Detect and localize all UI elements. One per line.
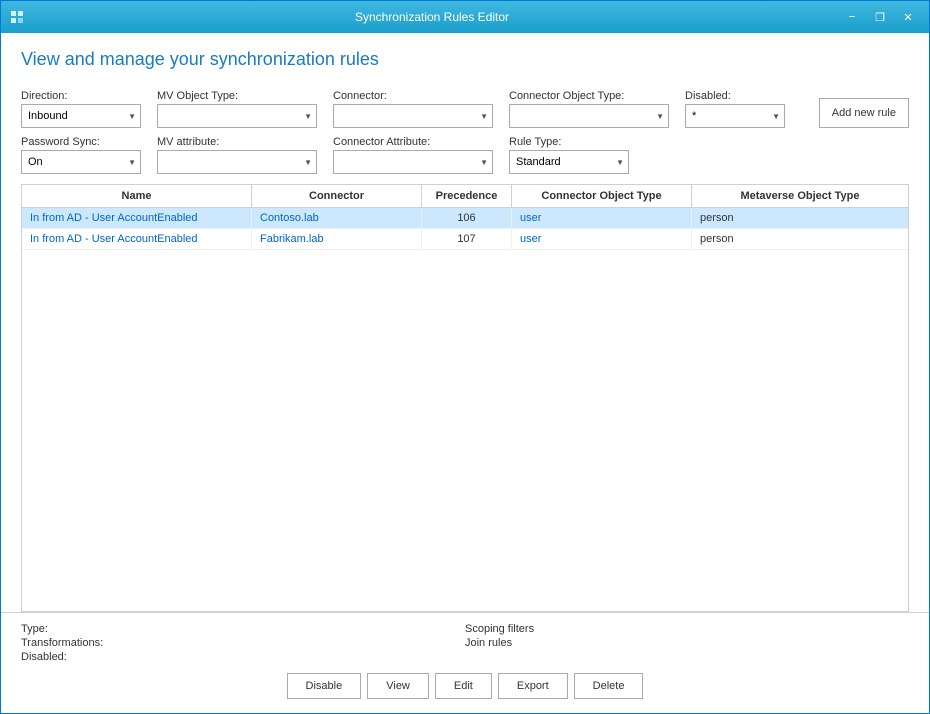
rule-type-label: Rule Type: <box>509 136 629 148</box>
col-name: Name <box>22 185 252 207</box>
disabled-info-label: Disabled: <box>21 651 465 663</box>
connector-object-type-select[interactable]: ▼ <box>509 104 669 128</box>
scoping-filters-label: Scoping filters <box>465 623 909 635</box>
cell-connector: Fabrikam.lab <box>252 229 422 249</box>
bottom-actions: Disable View Edit Export Delete <box>21 665 909 703</box>
table-body: In from AD - User AccountEnabled Contoso… <box>22 208 908 611</box>
export-button[interactable]: Export <box>498 673 568 699</box>
cell-connector-object-type: user <box>512 229 692 249</box>
col-metaverse-object-type: Metaverse Object Type <box>692 185 908 207</box>
connector-attribute-label: Connector Attribute: <box>333 136 493 148</box>
connector-object-type-arrow-icon: ▼ <box>656 112 664 121</box>
type-label: Type: <box>21 623 465 635</box>
main-window: Synchronization Rules Editor − ❐ ✕ View … <box>0 0 930 714</box>
disable-button[interactable]: Disable <box>287 673 362 699</box>
password-sync-arrow-icon: ▼ <box>128 158 136 167</box>
window-controls: − ❐ ✕ <box>839 7 921 27</box>
col-connector-object-type: Connector Object Type <box>512 185 692 207</box>
cell-name: In from AD - User AccountEnabled <box>22 229 252 249</box>
minimize-button[interactable]: − <box>839 7 865 27</box>
edit-button[interactable]: Edit <box>435 673 492 699</box>
mv-attribute-group: MV attribute: ▼ <box>157 136 317 174</box>
bottom-left: Type: Transformations: Disabled: <box>21 623 465 663</box>
cell-connector-object-type: user <box>512 208 692 228</box>
table-row[interactable]: In from AD - User AccountEnabled Contoso… <box>22 208 908 229</box>
disabled-group: Disabled: * ▼ <box>685 90 785 128</box>
page-header: View and manage your synchronization rul… <box>1 33 929 80</box>
main-content: View and manage your synchronization rul… <box>1 33 929 713</box>
delete-button[interactable]: Delete <box>574 673 644 699</box>
rules-table: Name Connector Precedence Connector Obje… <box>21 184 909 612</box>
rule-type-group: Rule Type: Standard ▼ <box>509 136 629 174</box>
bottom-right: Scoping filters Join rules <box>465 623 909 663</box>
cell-name: In from AD - User AccountEnabled <box>22 208 252 228</box>
page-title: View and manage your synchronization rul… <box>21 49 909 70</box>
disabled-select[interactable]: * ▼ <box>685 104 785 128</box>
direction-group: Direction: Inbound ▼ <box>21 90 141 128</box>
connector-arrow-icon: ▼ <box>480 112 488 121</box>
col-precedence: Precedence <box>422 185 512 207</box>
col-connector: Connector <box>252 185 422 207</box>
connector-object-type-label: Connector Object Type: <box>509 90 669 102</box>
transformations-label: Transformations: <box>21 637 465 649</box>
rule-type-arrow-icon: ▼ <box>616 158 624 167</box>
direction-select[interactable]: Inbound ▼ <box>21 104 141 128</box>
mv-object-type-select[interactable]: ▼ <box>157 104 317 128</box>
cell-metaverse-object-type: person <box>692 229 908 249</box>
cell-precedence: 107 <box>422 229 512 249</box>
mv-attribute-select[interactable]: ▼ <box>157 150 317 174</box>
mv-attribute-arrow-icon: ▼ <box>304 158 312 167</box>
join-rules-label: Join rules <box>465 637 909 649</box>
connector-attribute-arrow-icon: ▼ <box>480 158 488 167</box>
filter-row-1: Direction: Inbound ▼ MV Object Type: ▼ C… <box>21 90 909 128</box>
table-header: Name Connector Precedence Connector Obje… <box>22 185 908 208</box>
table-row[interactable]: In from AD - User AccountEnabled Fabrika… <box>22 229 908 250</box>
mv-object-type-group: MV Object Type: ▼ <box>157 90 317 128</box>
connector-object-type-group: Connector Object Type: ▼ <box>509 90 669 128</box>
password-sync-group: Password Sync: On ▼ <box>21 136 141 174</box>
mv-object-type-arrow-icon: ▼ <box>304 112 312 121</box>
connector-attribute-select[interactable]: ▼ <box>333 150 493 174</box>
connector-group: Connector: ▼ <box>333 90 493 128</box>
mv-attribute-label: MV attribute: <box>157 136 317 148</box>
title-bar: Synchronization Rules Editor − ❐ ✕ <box>1 1 929 33</box>
filter-row-2: Password Sync: On ▼ MV attribute: ▼ Conn… <box>21 136 909 174</box>
connector-label: Connector: <box>333 90 493 102</box>
bottom-content: Type: Transformations: Disabled: Scoping… <box>21 623 909 663</box>
connector-select[interactable]: ▼ <box>333 104 493 128</box>
close-button[interactable]: ✕ <box>895 7 921 27</box>
direction-label: Direction: <box>21 90 141 102</box>
direction-arrow-icon: ▼ <box>128 112 136 121</box>
filters-area: Direction: Inbound ▼ MV Object Type: ▼ C… <box>1 80 929 184</box>
disabled-arrow-icon: ▼ <box>772 112 780 121</box>
window-title: Synchronization Rules Editor <box>25 10 839 24</box>
password-sync-select[interactable]: On ▼ <box>21 150 141 174</box>
disabled-label: Disabled: <box>685 90 785 102</box>
cell-precedence: 106 <box>422 208 512 228</box>
bottom-panel: Type: Transformations: Disabled: Scoping… <box>1 612 929 713</box>
password-sync-label: Password Sync: <box>21 136 141 148</box>
mv-object-type-label: MV Object Type: <box>157 90 317 102</box>
app-icon <box>9 9 25 25</box>
restore-button[interactable]: ❐ <box>867 7 893 27</box>
view-button[interactable]: View <box>367 673 429 699</box>
add-new-rule-button[interactable]: Add new rule <box>819 98 909 128</box>
rule-type-select[interactable]: Standard ▼ <box>509 150 629 174</box>
cell-connector: Contoso.lab <box>252 208 422 228</box>
connector-attribute-group: Connector Attribute: ▼ <box>333 136 493 174</box>
cell-metaverse-object-type: person <box>692 208 908 228</box>
